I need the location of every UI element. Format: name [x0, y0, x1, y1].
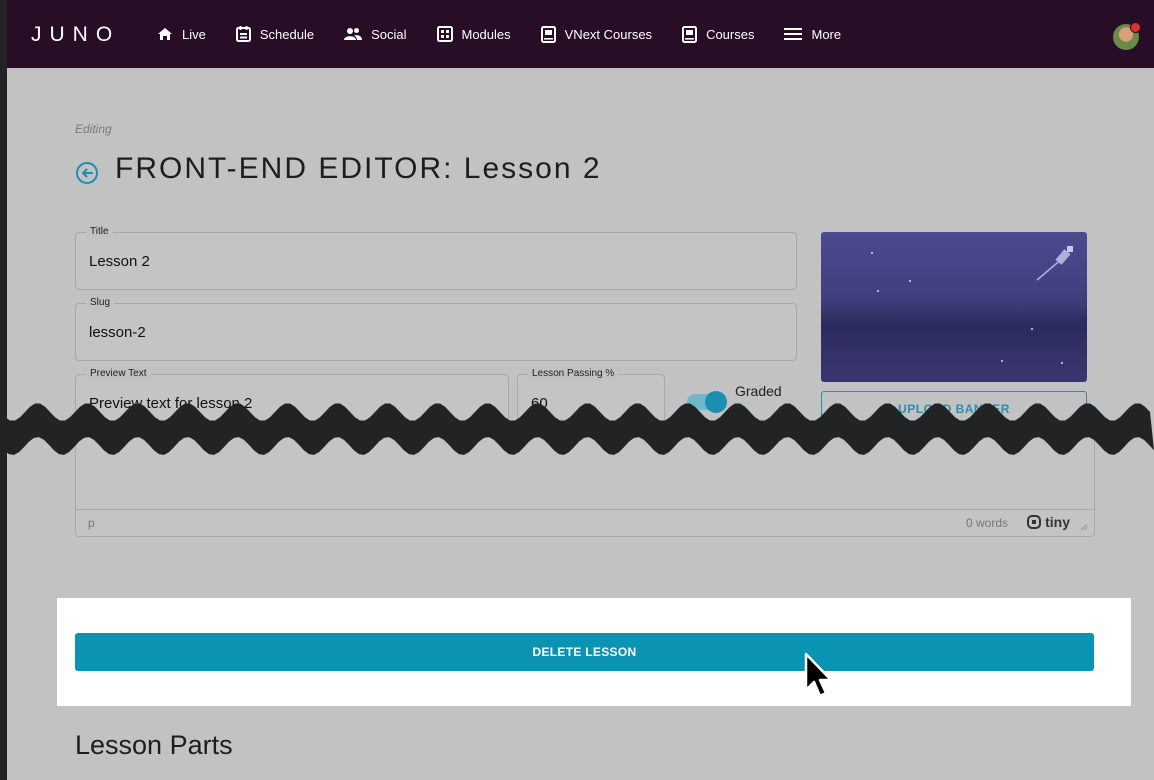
nav-label-vnext-courses: VNext Courses [564, 26, 653, 42]
torn-edge-divider [0, 403, 1154, 455]
editor-element-path: p [88, 516, 95, 530]
book-icon [682, 25, 698, 43]
star [1031, 328, 1033, 330]
home-icon [158, 28, 172, 40]
nav-item-more[interactable]: More [784, 27, 841, 42]
delete-lesson-button[interactable]: DELETE LESSON [75, 633, 1094, 671]
nav-items: Live Schedule Social Modules VNext Cours… [157, 0, 871, 68]
notification-badge [1130, 22, 1141, 33]
top-nav: JUNO Live Schedule Social Modules VNext … [7, 0, 1154, 68]
editor-word-count: 0 words [965, 516, 1008, 530]
nav-label-modules: Modules [461, 26, 511, 42]
nav-item-schedule[interactable]: Schedule [235, 26, 315, 42]
title-field-label: Title [86, 225, 113, 239]
nav-label-schedule: Schedule [259, 26, 315, 42]
torn-edge-shape [0, 403, 1154, 455]
satellite-icon [1036, 246, 1073, 281]
passing-percent-label: Lesson Passing % [528, 367, 619, 381]
nav-label-social: Social [371, 26, 407, 42]
mouse-cursor-icon [804, 652, 833, 698]
star [1061, 362, 1063, 364]
preview-text-label: Preview Text [86, 367, 151, 381]
nav-label-live: Live [182, 26, 206, 42]
nav-label-more: More [811, 26, 842, 42]
nav-item-vnext-courses[interactable]: VNext Courses [540, 25, 653, 43]
slug-field-label: Slug [86, 296, 115, 310]
calendar-icon [235, 26, 251, 42]
title-field[interactable]: Title Lesson 2 [75, 225, 797, 290]
people-icon [344, 28, 363, 40]
app-window: JUNO Live Schedule Social Modules VNext … [7, 0, 1154, 780]
modules-icon [436, 26, 453, 42]
banner-image [821, 232, 1087, 382]
juno-logo[interactable]: JUNO [31, 23, 120, 47]
star [877, 290, 879, 292]
star [871, 252, 873, 254]
star [1001, 360, 1003, 362]
star [909, 280, 911, 282]
slug-field[interactable]: Slug lesson-2 [75, 296, 797, 361]
page-title: FRONT-END EDITOR: Lesson 2 [115, 152, 602, 185]
lesson-parts-heading: Lesson Parts [75, 730, 233, 760]
tiny-brand-label: tiny [1045, 514, 1070, 530]
nav-item-courses[interactable]: Courses [682, 25, 755, 43]
tiny-brand[interactable]: tiny [1027, 514, 1070, 530]
menu-icon [784, 28, 803, 40]
editor-statusbar: p 0 words tiny [76, 509, 1094, 536]
nav-label-courses: Courses [706, 26, 755, 42]
resize-grip-icon[interactable] [1078, 521, 1088, 531]
nav-item-modules[interactable]: Modules [436, 26, 511, 42]
book-icon [540, 25, 556, 43]
tiny-logo-icon [1027, 515, 1042, 529]
editing-label: Editing [75, 122, 112, 136]
nav-item-live[interactable]: Live [157, 27, 206, 42]
arrow-left-circle-icon[interactable] [75, 161, 99, 185]
title-field-value: Lesson 2 [89, 253, 150, 270]
slug-field-value: lesson-2 [89, 324, 146, 341]
nav-item-social[interactable]: Social [344, 26, 407, 42]
